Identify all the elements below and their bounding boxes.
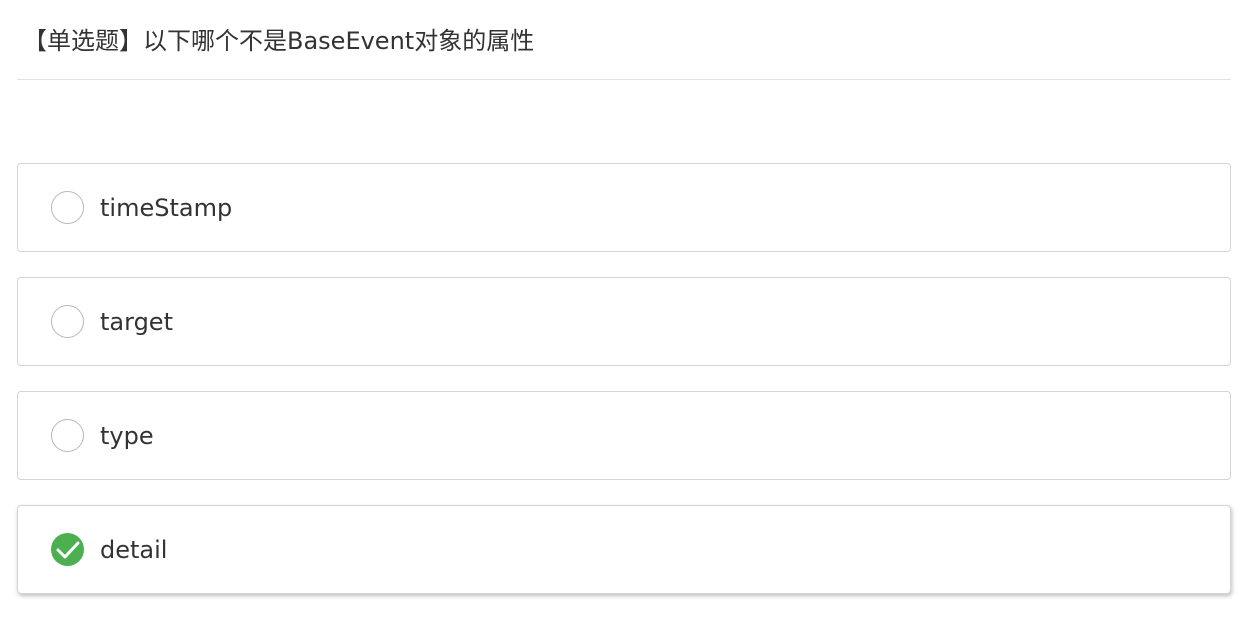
radio-circle-icon[interactable] [51,191,84,224]
check-circle-icon[interactable] [51,533,84,566]
option-target[interactable]: target [17,277,1231,366]
option-label: timeStamp [100,194,233,222]
option-timestamp[interactable]: timeStamp [17,163,1231,252]
checkmark-icon [56,541,80,559]
option-label: detail [100,536,168,564]
option-detail[interactable]: detail [17,505,1231,594]
option-type[interactable]: type [17,391,1231,480]
radio-circle-icon[interactable] [51,305,84,338]
option-label: target [100,308,173,336]
question-header: 【单选题】以下哪个不是BaseEvent对象的属性 [17,0,1231,80]
option-label: type [100,422,154,450]
answer-options: timeStamp target type detail [17,163,1231,619]
radio-circle-icon[interactable] [51,419,84,452]
question-title: 【单选题】以下哪个不是BaseEvent对象的属性 [23,27,535,55]
